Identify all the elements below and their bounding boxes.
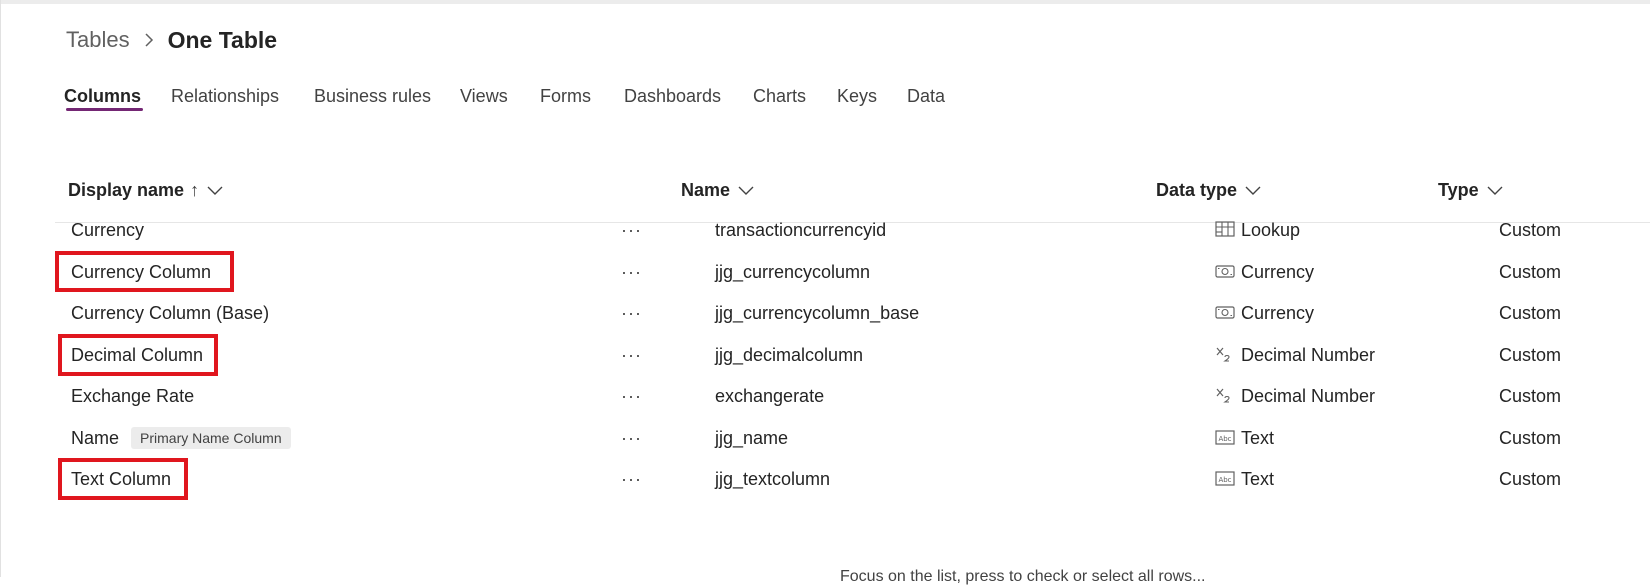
type-cell: Custom (1499, 427, 1562, 448)
tab-views[interactable]: Views (460, 86, 508, 107)
column-header-display-name-label: Display name (68, 180, 185, 200)
more-options-button[interactable]: ··· (621, 209, 642, 251)
chevron-down-icon (207, 186, 223, 195)
tab-forms[interactable]: Forms (540, 86, 591, 107)
name-cell: jjg_textcolumn (715, 468, 831, 489)
chevron-right-icon (138, 29, 160, 51)
table-row[interactable]: Decimal Column ··· jjg_decimalcolumn Dec… (55, 334, 1650, 376)
display-name-cell[interactable]: Currency Column (71, 251, 211, 293)
currency-icon (1215, 306, 1235, 319)
type-cell: Custom (1499, 385, 1562, 406)
tab-dashboards[interactable]: Dashboards (624, 86, 721, 107)
data-type-cell: Lookup (1215, 209, 1300, 251)
type-cell: Custom (1499, 302, 1562, 323)
currency-icon (1215, 265, 1235, 278)
tab-charts[interactable]: Charts (753, 86, 806, 107)
display-name-cell[interactable]: Exchange Rate (71, 375, 194, 417)
name-cell: jjg_decimalcolumn (715, 344, 864, 365)
display-name-cell[interactable]: Decimal Column (71, 334, 203, 376)
breadcrumb: Tables One Table (66, 24, 277, 56)
decimal-number-icon (1216, 388, 1230, 403)
name-cell: jjg_name (715, 427, 789, 448)
data-type-cell: Decimal Number (1215, 375, 1375, 417)
more-options-button[interactable]: ··· (621, 334, 642, 376)
tab-business-rules[interactable]: Business rules (314, 86, 431, 107)
data-type-label: Decimal Number (1241, 385, 1376, 406)
more-options-button[interactable]: ··· (621, 251, 642, 293)
more-options-button[interactable]: ··· (621, 292, 642, 334)
column-header-type-label: Type (1438, 180, 1479, 200)
sort-ascending-icon: ↑ (190, 180, 200, 200)
text-icon (1215, 430, 1235, 445)
type-cell: Custom (1499, 261, 1562, 282)
column-header-data-type-label: Data type (1156, 180, 1238, 200)
data-type-label: Text (1241, 468, 1275, 489)
chevron-down-icon (1487, 186, 1503, 195)
table-row[interactable]: Currency Column ··· jjg_currencycolumn C… (55, 251, 1650, 293)
top-border (0, 0, 1650, 4)
more-options-button[interactable]: ··· (621, 458, 642, 500)
text-icon (1215, 471, 1235, 486)
data-type-label: Lookup (1241, 219, 1301, 240)
tab-keys[interactable]: Keys (837, 86, 877, 107)
data-type-cell: Text (1215, 458, 1274, 500)
lookup-icon (1215, 221, 1235, 237)
decimal-number-icon (1216, 347, 1230, 362)
type-cell: Custom (1499, 344, 1562, 365)
tab-columns[interactable]: Columns (64, 86, 141, 107)
primary-name-badge: Primary Name Column (131, 427, 291, 449)
display-name-cell[interactable]: Currency (71, 209, 144, 251)
data-type-cell: Decimal Number (1215, 334, 1375, 376)
display-name-cell[interactable]: Text Column (71, 458, 171, 500)
tab-relationships[interactable]: Relationships (171, 86, 279, 107)
data-type-label: Text (1241, 427, 1275, 448)
table-row[interactable]: Text Column ··· jjg_textcolumn Text Cust… (55, 458, 1650, 500)
chevron-down-icon (1245, 186, 1261, 195)
page-title: One Table (167, 26, 278, 53)
table-row[interactable]: Exchange Rate ··· exchangerate Decimal N… (55, 375, 1650, 417)
type-cell: Custom (1499, 219, 1562, 240)
display-name-label: Name (71, 427, 120, 448)
column-header-data-type[interactable]: Data type (1156, 180, 1261, 201)
column-header-type[interactable]: Type (1438, 180, 1503, 201)
type-cell: Custom (1499, 468, 1562, 489)
data-type-cell: Text (1215, 417, 1274, 459)
more-options-button[interactable]: ··· (621, 417, 642, 459)
table-row[interactable]: Name Primary Name Column ··· jjg_name Te… (55, 417, 1650, 459)
tab-bar: Columns Relationships Business rules Vie… (0, 80, 1650, 116)
name-cell: jjg_currencycolumn_base (715, 302, 920, 323)
name-cell: transactioncurrencyid (715, 219, 887, 240)
breadcrumb-tables-link[interactable]: Tables (66, 27, 130, 53)
more-options-button[interactable]: ··· (621, 375, 642, 417)
active-tab-indicator (66, 108, 143, 111)
data-type-cell: Currency (1215, 292, 1314, 334)
table-row[interactable]: Currency Column (Base) ··· jjg_currencyc… (55, 292, 1650, 334)
column-header-name-label: Name (681, 180, 731, 200)
tab-data[interactable]: Data (907, 86, 945, 107)
chevron-down-icon (738, 186, 754, 195)
column-header-display-name[interactable]: Display name ↑ (68, 180, 223, 201)
name-cell: jjg_currencycolumn (715, 261, 871, 282)
name-cell: exchangerate (715, 385, 825, 406)
column-header-name[interactable]: Name (681, 180, 754, 201)
data-type-cell: Currency (1215, 251, 1314, 293)
data-type-label: Currency (1241, 302, 1315, 323)
data-type-label: Currency (1241, 261, 1315, 282)
footer-hint-text: Focus on the list, press to check or sel… (840, 568, 1206, 585)
data-type-label: Decimal Number (1241, 344, 1376, 365)
table-row[interactable]: Currency ··· transactioncurrencyid Looku… (55, 209, 1650, 251)
display-name-cell[interactable]: Currency Column (Base) (71, 292, 269, 334)
display-name-cell[interactable]: Name Primary Name Column (71, 417, 291, 459)
